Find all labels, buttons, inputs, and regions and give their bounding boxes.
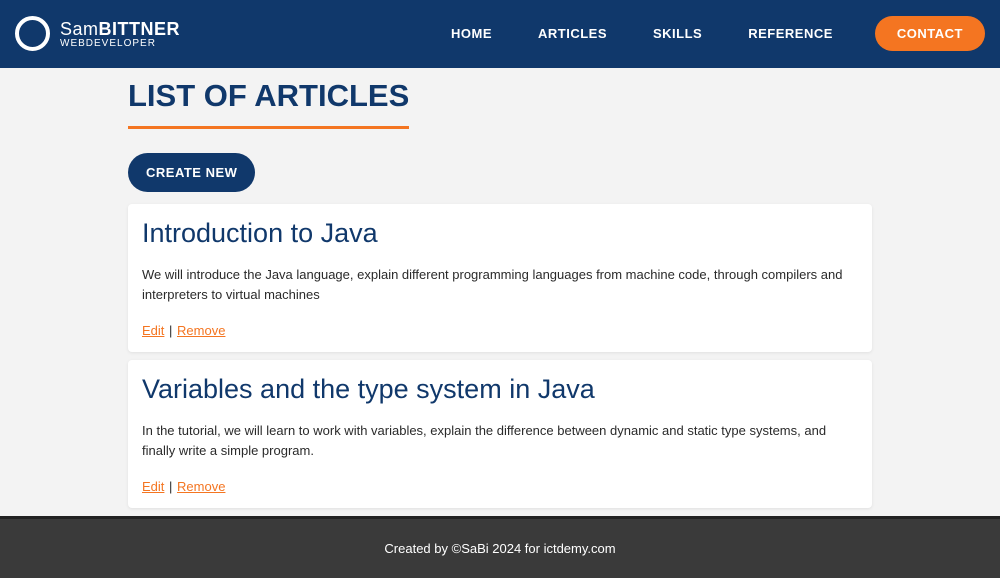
header: SamBITTNER WEBDEVELOPER HOME ARTICLES SK… [0,0,1000,68]
remove-link[interactable]: Remove [177,479,225,494]
article-description: We will introduce the Java language, exp… [142,265,858,305]
article-card: Introduction to Java We will introduce t… [128,204,872,352]
contact-button[interactable]: CONTACT [875,16,985,51]
logo-first-name: Sam [60,19,99,39]
nav-skills[interactable]: SKILLS [653,26,702,41]
page-title: LIST OF ARTICLES [128,78,409,129]
logo-last-name: BITTNER [99,19,181,39]
article-actions: Edit | Remove [142,479,858,494]
article-description: In the tutorial, we will learn to work w… [142,421,858,461]
main-nav: HOME ARTICLES SKILLS REFERENCE CONTACT [451,16,985,51]
footer-text: Created by ©SaBi 2024 for ictdemy.com [384,541,615,556]
article-title-link[interactable]: Variables and the type system in Java [142,374,858,405]
footer: Created by ©SaBi 2024 for ictdemy.com [0,516,1000,578]
main-content: LIST OF ARTICLES CREATE NEW Introduction… [0,68,1000,517]
remove-link[interactable]: Remove [177,323,225,338]
nav-home[interactable]: HOME [451,26,492,41]
article-actions: Edit | Remove [142,323,858,338]
edit-link[interactable]: Edit [142,479,164,494]
article-title-link[interactable]: Introduction to Java [142,218,858,249]
logo-name: SamBITTNER [60,19,180,40]
logo-area[interactable]: SamBITTNER WEBDEVELOPER [15,16,180,51]
logo-subtitle: WEBDEVELOPER [60,38,180,49]
edit-link[interactable]: Edit [142,323,164,338]
create-new-button[interactable]: CREATE NEW [128,153,255,192]
nav-articles[interactable]: ARTICLES [538,26,607,41]
logo-icon [15,16,50,51]
article-card: Variables and the type system in Java In… [128,360,872,508]
nav-reference[interactable]: REFERENCE [748,26,833,41]
action-divider: | [169,323,176,338]
action-divider: | [169,479,176,494]
logo-text: SamBITTNER WEBDEVELOPER [60,19,180,49]
